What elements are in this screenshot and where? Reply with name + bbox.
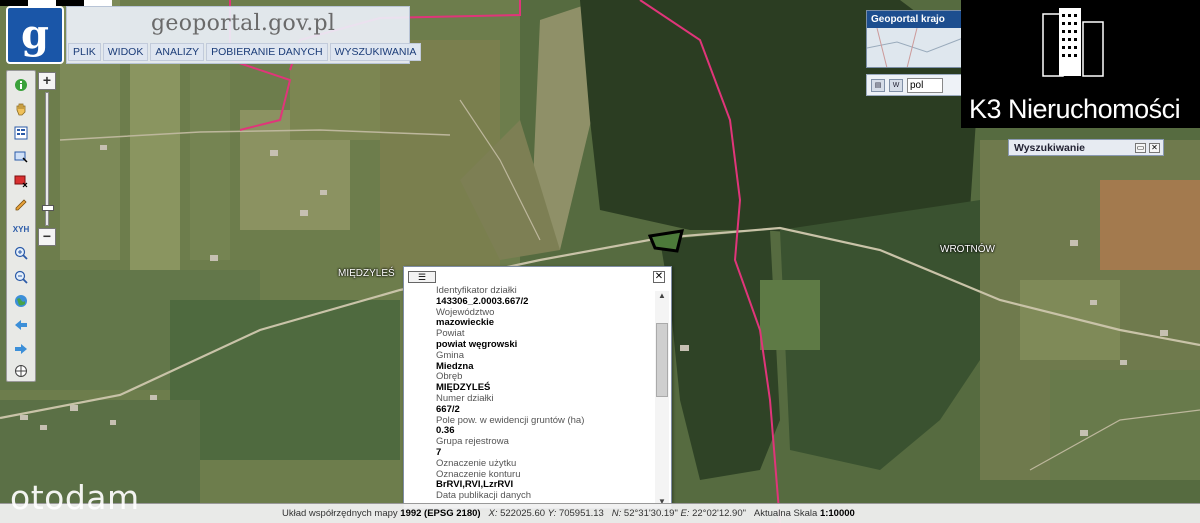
- scale-value: 1:10000: [819, 508, 855, 519]
- zoom-knob[interactable]: [42, 205, 54, 211]
- overview-map[interactable]: Geoportal krajo: [866, 10, 962, 68]
- place-label-miedzyles: MIĘDZYLEŚ: [338, 268, 395, 279]
- info-icon[interactable]: [11, 75, 31, 95]
- menu-analizy[interactable]: ANALIZY: [150, 43, 205, 61]
- main-menu: PLIK WIDOK ANALIZY POBIERANIE DANYCH WYS…: [68, 43, 422, 61]
- y-value: 705951.13: [558, 508, 604, 519]
- n-label: N:: [611, 508, 622, 519]
- overview-title: Geoportal krajo: [867, 11, 961, 28]
- zoom-track[interactable]: [42, 92, 54, 226]
- popup-field-label: Data publikacji danych: [436, 490, 532, 502]
- popup-field-value: Miedzna: [436, 360, 474, 372]
- pencil-icon[interactable]: [11, 195, 31, 215]
- map-toolbar: XYH: [6, 70, 36, 382]
- popup-fields: Identyfikator działki 143306_2.0003.667/2…: [436, 286, 654, 506]
- menu-widok[interactable]: WIDOK: [102, 43, 149, 61]
- otodam-watermark: otodam: [10, 478, 140, 517]
- menu-plik[interactable]: PLIK: [68, 43, 101, 61]
- e-label: E:: [680, 508, 690, 519]
- logo-letter: g: [21, 11, 49, 58]
- popup-field-value: mazowieckie: [436, 317, 495, 329]
- building-logo-icon: [1042, 8, 1104, 77]
- clear-selection-icon[interactable]: [11, 171, 31, 191]
- popup-menu-icon[interactable]: ☰: [408, 271, 436, 283]
- parcel-info-popup: ☰ ✕ Identyfikator działki 143306_2.0003.6…: [403, 266, 672, 509]
- scale-label: Aktualna Skala: [753, 508, 818, 519]
- popup-field-label: Pole pow. w ewidencji gruntów (ha): [436, 414, 585, 426]
- k3-brand-name: K3 Nieruchomości: [969, 94, 1181, 124]
- select-area-icon[interactable]: [11, 147, 31, 167]
- k3-brand-overlay: K3 Nieruchomości: [961, 0, 1200, 128]
- zoom-plus-button[interactable]: +: [38, 72, 56, 90]
- search-panel: Wyszukiwanie ▭ ✕: [1008, 139, 1164, 156]
- menu-pobieranie-danych[interactable]: POBIERANIE DANYCH: [206, 43, 328, 61]
- popup-field-value: 143306_2.0003.667/2: [436, 295, 529, 307]
- search-panel-title: Wyszukiwanie: [1014, 141, 1085, 154]
- language-select[interactable]: pol: [907, 77, 943, 93]
- place-label-wrotnow: WROTNÓW: [940, 244, 995, 255]
- globe-icon[interactable]: [11, 291, 31, 311]
- geoportal-logo[interactable]: g: [6, 6, 64, 64]
- scroll-thumb[interactable]: [656, 323, 668, 397]
- x-label: X:: [488, 508, 498, 519]
- crosshair-icon[interactable]: [11, 361, 31, 381]
- popup-field-label: Gmina: [436, 349, 464, 361]
- back-arrow-icon[interactable]: [11, 315, 31, 335]
- zoom-minus-button[interactable]: −: [38, 228, 56, 246]
- overview-thumbnail: [867, 27, 961, 67]
- y-label: Y:: [547, 508, 557, 519]
- popup-header: ☰ ✕: [404, 267, 671, 287]
- print-icon[interactable]: ▤: [871, 78, 885, 92]
- language-bar: ▤ W pol: [866, 74, 962, 96]
- popup-field-label: Grupa rejestrowa: [436, 436, 509, 448]
- coordinate-readout: Układ współrzędnych mapy 1992 (EPSG 2180…: [282, 508, 855, 519]
- close-icon[interactable]: ✕: [1149, 142, 1160, 153]
- legend-icon[interactable]: [11, 123, 31, 143]
- n-value: 52°31'30.19": [623, 508, 678, 519]
- hand-pan-icon[interactable]: [11, 99, 31, 119]
- e-value: 22°02'12.90": [692, 508, 746, 519]
- forward-arrow-icon[interactable]: [11, 339, 31, 359]
- popup-field-label: Oznaczenie użytku: [436, 457, 517, 469]
- status-bar: Układ współrzędnych mapy 1992 (EPSG 2180…: [0, 503, 1200, 523]
- popup-close-icon[interactable]: ✕: [653, 271, 665, 283]
- wms-icon[interactable]: W: [889, 78, 903, 92]
- scroll-up-icon[interactable]: ▲: [657, 291, 667, 301]
- zoom-slider: + −: [38, 72, 56, 248]
- popup-field-value: 667/2: [436, 403, 460, 415]
- x-value: 522025.60: [500, 508, 546, 519]
- xyz-coordinates-icon[interactable]: XYH: [11, 219, 31, 239]
- zoom-out-icon[interactable]: [11, 267, 31, 287]
- minimize-icon[interactable]: ▭: [1135, 142, 1146, 153]
- menu-wyszukiwania[interactable]: WYSZUKIWANIA: [329, 43, 422, 61]
- popup-field-label: Numer działki: [436, 392, 494, 404]
- crs-label: Układ współrzędnych mapy: [282, 508, 398, 519]
- brand-title: geoportal.gov.pl: [151, 11, 336, 36]
- zoom-in-icon[interactable]: [11, 243, 31, 263]
- popup-field-value: powiat węgrowski: [436, 338, 518, 350]
- popup-scrollbar[interactable]: ▲ ▼: [655, 291, 669, 507]
- crs-value: 1992 (EPSG 2180): [400, 508, 481, 519]
